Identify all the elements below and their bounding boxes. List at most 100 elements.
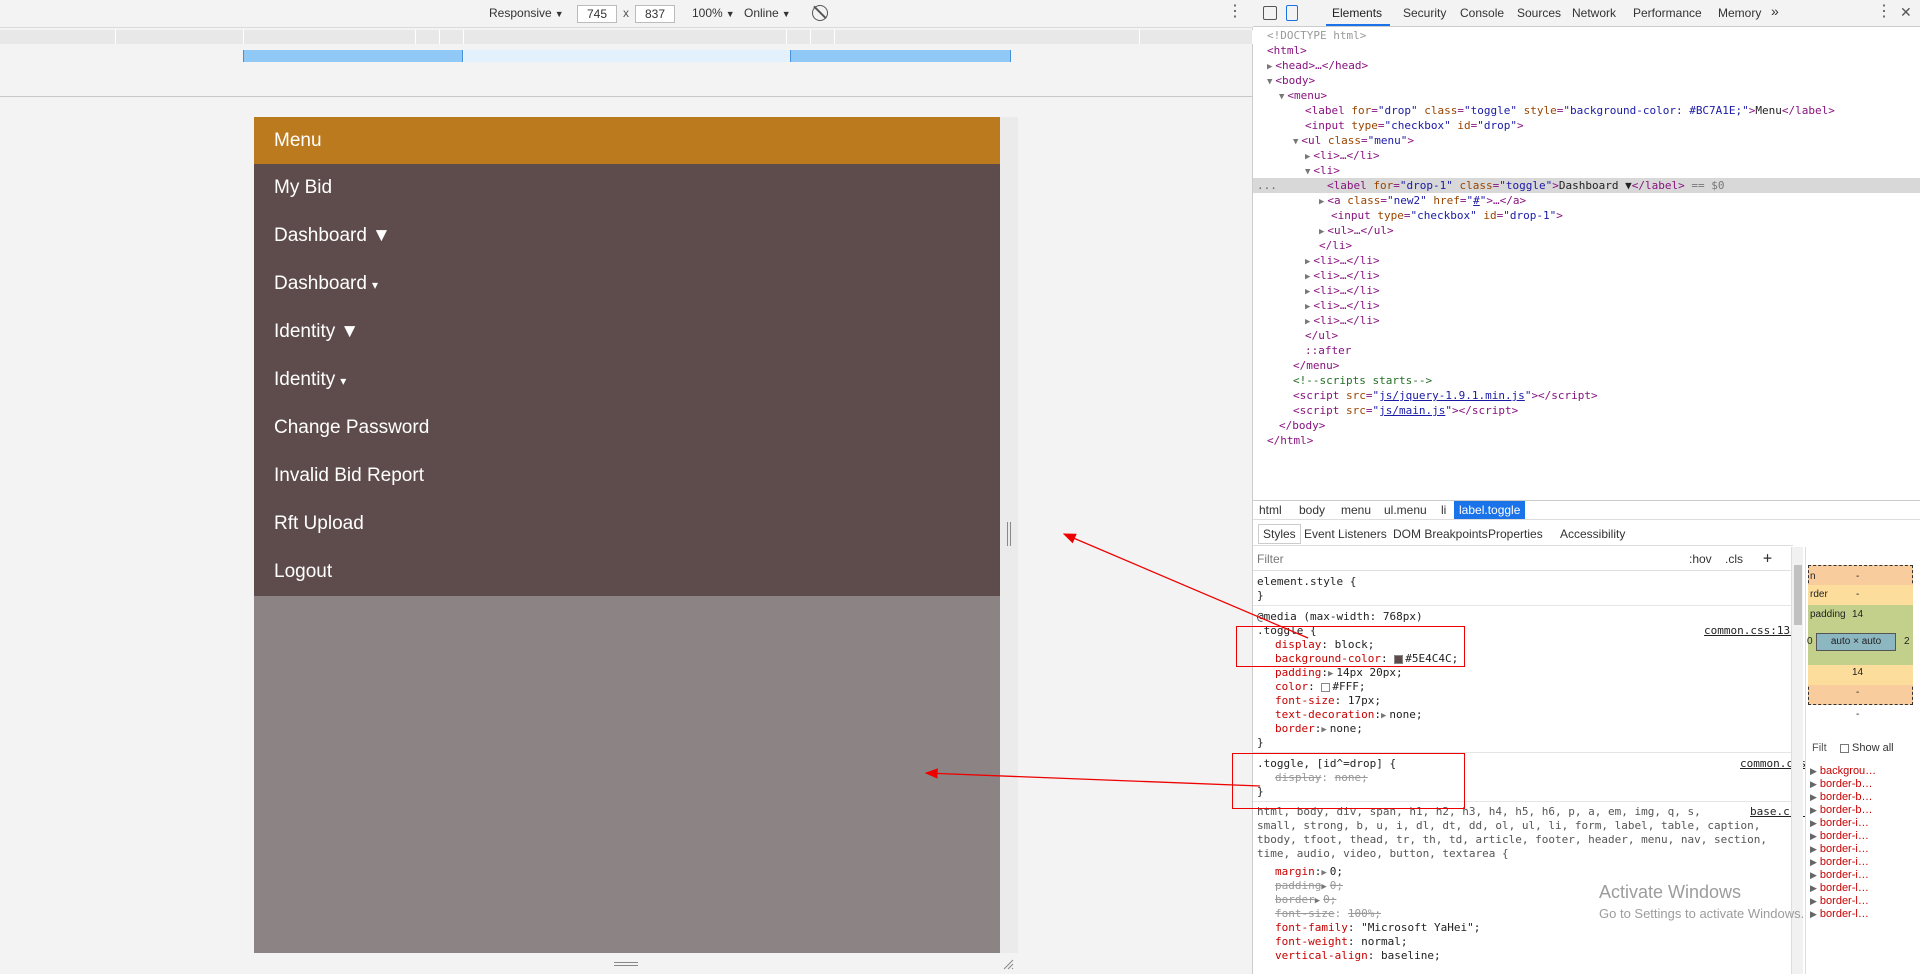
menu-item-dashboard[interactable]: Dashboard ▾: [254, 260, 1000, 308]
computed-prop[interactable]: ▶ border-l…: [1810, 908, 1869, 920]
media-query-segment[interactable]: [416, 30, 440, 44]
media-query-segment[interactable]: [0, 30, 116, 44]
computed-prop[interactable]: ▶ border-b…: [1810, 804, 1873, 816]
tab-memory[interactable]: Memory: [1718, 6, 1761, 20]
device-mode-dropdown[interactable]: Responsive ▼: [489, 6, 564, 20]
devtools-menu-icon[interactable]: ⋮: [1876, 4, 1892, 20]
media-query-segment[interactable]: [835, 30, 1140, 44]
menu-item-invalid-bid-report[interactable]: Invalid Bid Report: [254, 452, 1000, 500]
computed-prop[interactable]: ▶ backgrou…: [1810, 765, 1876, 777]
style-prop[interactable]: font-weight: normal;: [1275, 935, 1407, 949]
inspect-element-icon[interactable]: [1263, 6, 1277, 20]
tree-node-comment[interactable]: <!--scripts starts-->: [1293, 373, 1432, 388]
tree-node-menu[interactable]: ▼ <menu>: [1279, 88, 1327, 103]
breadcrumb-item[interactable]: menu: [1341, 503, 1371, 517]
tree-node-selected-label[interactable]: ... <label for="drop-1" class="toggle">D…: [1253, 178, 1920, 193]
tree-node-ul-close[interactable]: </ul>: [1305, 328, 1338, 343]
width-input[interactable]: 745: [577, 5, 617, 23]
max-width-query-bar[interactable]: [790, 50, 1011, 62]
tree-node-ul[interactable]: ▼ <ul class="menu">: [1293, 133, 1414, 148]
resize-handle-right[interactable]: [1007, 522, 1011, 546]
computed-prop[interactable]: ▶ border-i…: [1810, 856, 1869, 868]
tab-elements[interactable]: Elements: [1332, 6, 1382, 20]
style-prop-overridden[interactable]: padding▶ 0;: [1275, 879, 1343, 893]
rule3-selector[interactable]: small, strong, b, u, i, dl, dt, dd, ol, …: [1257, 819, 1760, 833]
computed-prop[interactable]: ▶ border-l…: [1810, 895, 1869, 907]
tree-node-doctype[interactable]: <!DOCTYPE html>: [1267, 28, 1366, 43]
close-icon[interactable]: ✕: [1900, 4, 1912, 21]
tab-console[interactable]: Console: [1460, 6, 1504, 20]
tree-node-script[interactable]: <script src="js/main.js"></script>: [1293, 403, 1518, 418]
tree-node-input[interactable]: <input type="checkbox" id="drop">: [1305, 118, 1524, 133]
tree-node-script[interactable]: <script src="js/jquery-1.9.1.min.js"></s…: [1293, 388, 1598, 403]
style-prop[interactable]: font-family: "Microsoft YaHei";: [1275, 921, 1480, 935]
new-rule-icon[interactable]: +: [1763, 549, 1772, 567]
tree-node-head[interactable]: ▶ <head>…</head>: [1267, 58, 1368, 73]
style-prop[interactable]: color: #FFF;: [1275, 680, 1366, 694]
menu-item-logout[interactable]: Logout: [254, 548, 1000, 596]
cls-toggle[interactable]: .cls: [1725, 552, 1743, 566]
media-query-segment[interactable]: [811, 30, 835, 44]
computed-prop[interactable]: ▶ border-i…: [1810, 817, 1869, 829]
computed-prop[interactable]: ▶ border-b…: [1810, 791, 1873, 803]
breadcrumb-item-active[interactable]: label.toggle: [1454, 501, 1526, 519]
media-query-segment[interactable]: [244, 30, 416, 44]
computed-filter-input[interactable]: Filt: [1812, 742, 1827, 754]
tree-node-li[interactable]: ▶ <li>…</li>: [1305, 313, 1380, 328]
computed-prop[interactable]: ▶ border-b…: [1810, 778, 1873, 790]
media-query-segment[interactable]: [440, 30, 464, 44]
throttle-dropdown[interactable]: Online ▼: [744, 6, 791, 20]
rule3-selector[interactable]: tbody, tfoot, thead, tr, th, td, article…: [1257, 833, 1767, 847]
media-query-segment[interactable]: [116, 30, 244, 44]
computed-prop[interactable]: ▶ border-i…: [1810, 843, 1869, 855]
tab-styles[interactable]: Styles: [1258, 524, 1301, 544]
active-query-bar[interactable]: [464, 50, 790, 62]
media-query-segment[interactable]: [1140, 30, 1253, 44]
resize-handle-bottom[interactable]: [614, 962, 638, 966]
styles-filter-input[interactable]: Filter: [1257, 552, 1284, 566]
tree-node-li[interactable]: ▶ <li>…</li>: [1305, 268, 1380, 283]
tree-node-ul-collapsed[interactable]: ▶ <ul>…</ul>: [1319, 223, 1394, 238]
scroll-thumb[interactable]: [1794, 565, 1802, 625]
breadcrumb-item[interactable]: ul.menu: [1384, 503, 1427, 517]
more-tabs-icon[interactable]: »: [1771, 3, 1779, 19]
resize-corner-icon[interactable]: [1002, 958, 1014, 970]
rotate-icon[interactable]: [812, 5, 828, 21]
style-prop-overridden[interactable]: border▶ 0;: [1275, 893, 1336, 907]
box-model-content[interactable]: auto × auto: [1816, 633, 1896, 651]
tree-node-li[interactable]: ▶ <li>…</li>: [1305, 298, 1380, 313]
breadcrumb-item[interactable]: li: [1441, 503, 1446, 517]
tab-network[interactable]: Network: [1572, 6, 1616, 20]
device-toolbar-icon[interactable]: [1286, 5, 1298, 21]
tree-node-li[interactable]: ▶ <li>…</li>: [1305, 283, 1380, 298]
tree-node-li-open[interactable]: ▼ <li>: [1305, 163, 1340, 178]
tree-node-html-close[interactable]: </html>: [1267, 433, 1313, 448]
menu-item-identity[interactable]: Identity ▾: [254, 356, 1000, 404]
breadcrumb-item[interactable]: html: [1259, 503, 1282, 517]
style-prop[interactable]: vertical-align: baseline;: [1275, 949, 1441, 963]
tab-event-listeners[interactable]: Event Listeners: [1304, 527, 1387, 541]
color-swatch-icon[interactable]: [1321, 682, 1331, 692]
style-prop-overridden[interactable]: font-size: 100%;: [1275, 907, 1381, 921]
tab-properties[interactable]: Properties: [1488, 527, 1543, 541]
rule3-selector[interactable]: time, audio, video, button, textarea {: [1257, 847, 1509, 861]
tree-node-html[interactable]: <html>: [1267, 43, 1307, 58]
media-query-segment[interactable]: [464, 30, 787, 44]
style-prop[interactable]: padding:▶ 14px 20px;: [1275, 666, 1403, 680]
tab-performance[interactable]: Performance: [1633, 6, 1702, 20]
tree-node-a[interactable]: ▶ <a class="new2" href="#">…</a>: [1319, 193, 1526, 208]
tree-node-input-drop1[interactable]: <input type="checkbox" id="drop-1">: [1331, 208, 1563, 223]
style-prop[interactable]: text-decoration:▶ none;: [1275, 708, 1423, 722]
tree-node-after[interactable]: ::after: [1305, 343, 1351, 358]
max-width-query-bar[interactable]: [243, 50, 463, 62]
tree-node-li[interactable]: ▶ <li>…</li>: [1305, 253, 1380, 268]
tab-dom-breakpoints[interactable]: DOM Breakpoints: [1393, 527, 1488, 541]
style-prop[interactable]: font-size: 17px;: [1275, 694, 1381, 708]
show-all-checkbox[interactable]: Show all: [1840, 742, 1894, 754]
menu-toggle-label[interactable]: Menu: [254, 117, 1000, 164]
tree-node-li-close[interactable]: </li>: [1319, 238, 1352, 253]
tree-node-label[interactable]: <label for="drop" class="toggle" style="…: [1305, 103, 1835, 118]
style-prop[interactable]: border:▶ none;: [1275, 722, 1363, 736]
element-style-selector[interactable]: element.style {: [1257, 575, 1356, 589]
menu-item-rft-upload[interactable]: Rft Upload: [254, 500, 1000, 548]
